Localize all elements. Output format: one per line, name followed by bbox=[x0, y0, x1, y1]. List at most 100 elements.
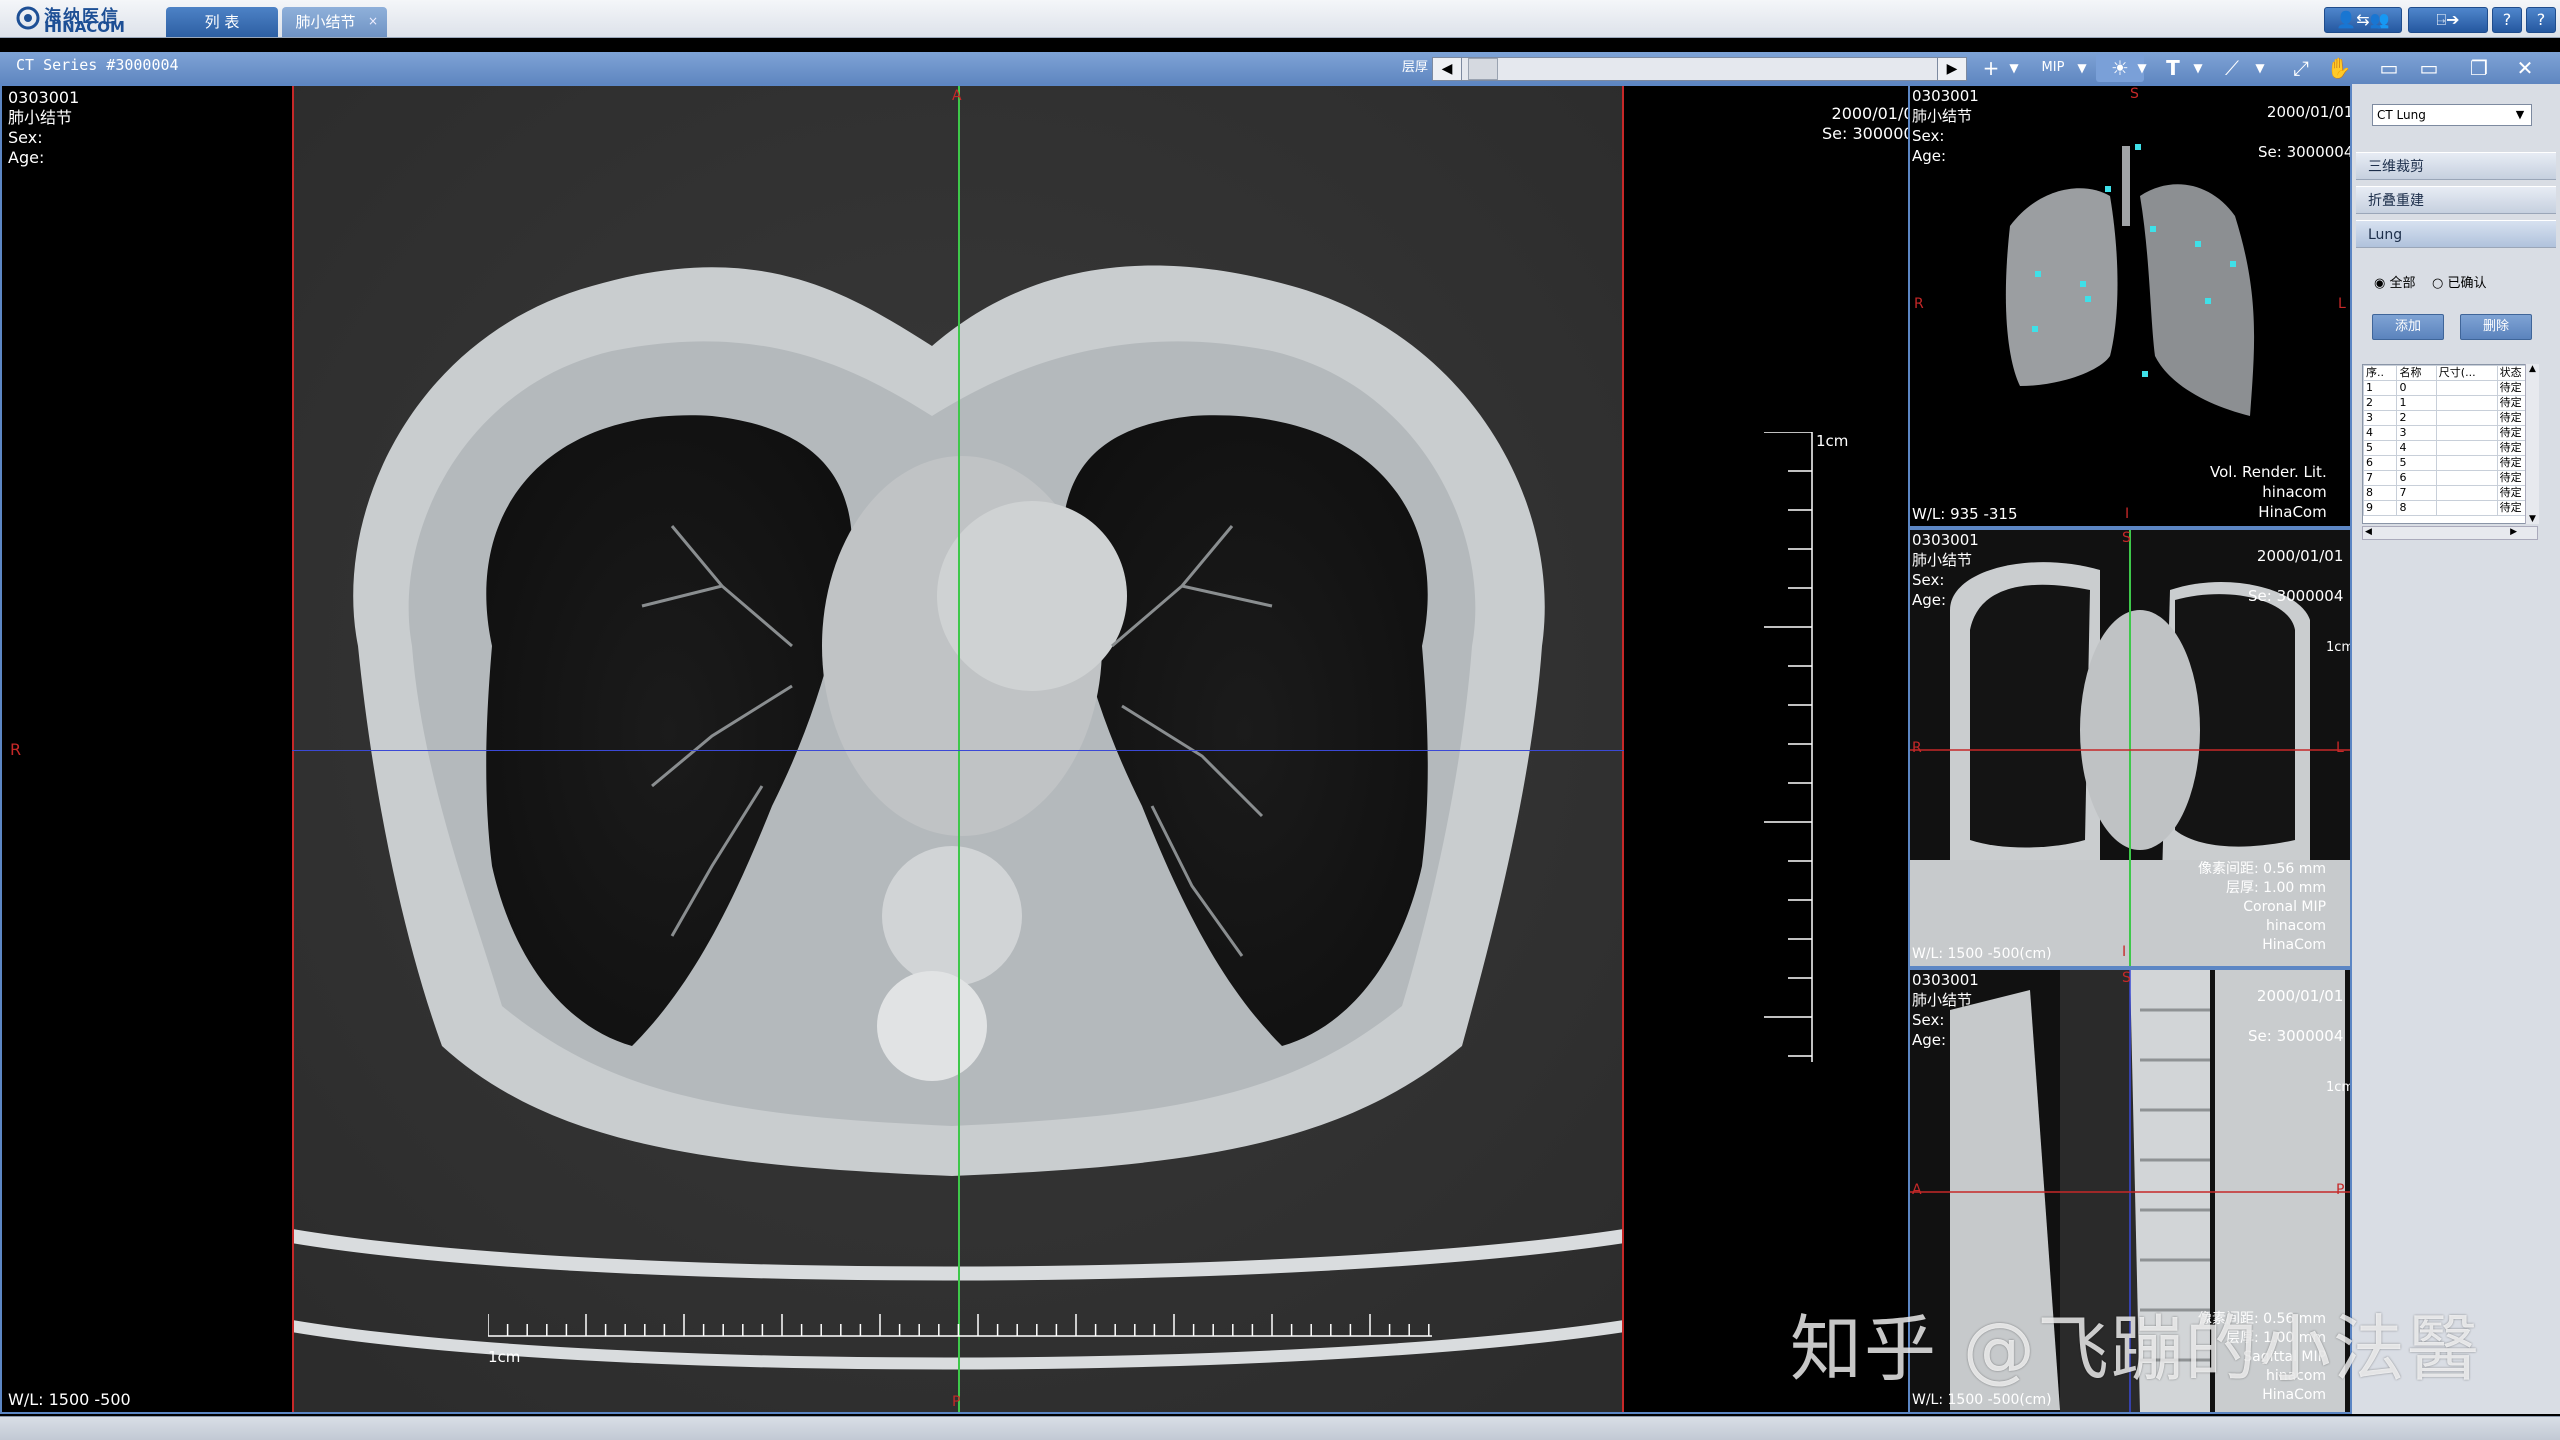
table-cell: 2 bbox=[2363, 395, 2398, 411]
fold-reconstruct-button[interactable]: 折叠重建 bbox=[2356, 186, 2556, 214]
vr-orientation-right: L bbox=[2338, 296, 2346, 312]
table-vertical-scrollbar[interactable]: ▲ ▼ bbox=[2525, 364, 2539, 524]
about-button[interactable]: ? bbox=[2526, 7, 2556, 33]
radio-all[interactable]: ◉ 全部 bbox=[2374, 272, 2416, 291]
crop-3d-button[interactable]: 三维裁剪 bbox=[2356, 152, 2556, 180]
text-annotation-icon[interactable]: T bbox=[2158, 54, 2188, 82]
coronal-patient-info: 0303001 肺小结节 Sex: Age: bbox=[1912, 531, 1979, 609]
scroll-right-button[interactable]: ▶ bbox=[1937, 57, 1967, 81]
render-preset-select[interactable]: CT Lung bbox=[2372, 104, 2532, 126]
axial-viewport[interactable]: 0303001 肺小结节 Sex: Age: 2000/01/01 Se: 30… bbox=[0, 84, 1910, 1414]
mip-dropdown-icon[interactable]: ▼ bbox=[2074, 54, 2090, 82]
user-switch-button[interactable]: 👤⇆👥 bbox=[2324, 7, 2402, 33]
orientation-bottom: P bbox=[952, 1394, 961, 1410]
table-cell: 8 bbox=[2363, 485, 2398, 501]
viewer-app: 海纳医信 HINACOM 列 表 肺小结节 × 👤⇆👥 ⍈➔ ? ? CT Se… bbox=[0, 0, 2560, 1440]
vr-patient-info: 0303001 肺小结节 Sex: Age: bbox=[1912, 87, 1979, 165]
window-level-dropdown-icon[interactable]: ▼ bbox=[2134, 54, 2150, 82]
crosshair-add-icon[interactable]: + bbox=[1978, 54, 2004, 82]
chevron-down-icon[interactable]: ▼ bbox=[2510, 105, 2530, 125]
table-header-cell[interactable]: 序.. bbox=[2363, 365, 2398, 381]
tab-close-icon[interactable]: × bbox=[366, 14, 380, 28]
layout-one-icon[interactable]: ▭ bbox=[2370, 54, 2408, 82]
table-row[interactable]: 5 4 待定 bbox=[2363, 440, 2537, 456]
coronal-study-info: 2000/01/01 Se: 3000004 bbox=[2248, 547, 2344, 605]
scroll-up-icon[interactable]: ▲ bbox=[2526, 364, 2539, 374]
ruler-icon[interactable]: ⟋ bbox=[2214, 54, 2250, 82]
crosshair-horizontal[interactable] bbox=[292, 750, 1624, 751]
radio-confirmed[interactable]: ○ 已确认 bbox=[2432, 272, 2487, 291]
logo-icon bbox=[16, 6, 40, 30]
fit-icon[interactable]: ⤢ bbox=[2286, 54, 2316, 82]
table-cell: 1 bbox=[2396, 395, 2437, 411]
pan-icon[interactable]: ✋ bbox=[2326, 54, 2352, 82]
layout-two-icon[interactable]: ▭ bbox=[2410, 54, 2448, 82]
coronal-viewport[interactable]: 0303001 肺小结节 Sex: Age: 2000/01/01 Se: 30… bbox=[1908, 528, 2352, 968]
scroll-thumb[interactable] bbox=[1468, 58, 1498, 80]
exit-button[interactable]: ⍈➔ bbox=[2408, 7, 2488, 33]
coronal-window-level: W/L: 1500 -500(cm) bbox=[1912, 946, 2052, 962]
delete-nodule-button[interactable]: 删除 bbox=[2460, 314, 2532, 340]
tab-list[interactable]: 列 表 bbox=[166, 7, 278, 37]
table-cell: 6 bbox=[2363, 455, 2398, 471]
table-row[interactable]: 1 0 待定 bbox=[2363, 380, 2537, 396]
table-row[interactable]: 2 1 待定 bbox=[2363, 395, 2537, 411]
table-header: 序.. 名称 尺寸(... 状态 bbox=[2363, 365, 2537, 381]
table-row[interactable]: 3 2 待定 bbox=[2363, 410, 2537, 426]
radio-checked-icon: ◉ bbox=[2374, 276, 2390, 291]
sagittal-orientation-left: A bbox=[1912, 1182, 1922, 1198]
scroll-right-icon[interactable]: ▶ bbox=[2510, 527, 2517, 537]
table-cell bbox=[2435, 380, 2498, 396]
vr-orientation-bottom: I bbox=[2125, 506, 2130, 522]
crosshair-vertical[interactable] bbox=[958, 86, 960, 1412]
scroll-down-icon[interactable]: ▼ bbox=[2526, 514, 2539, 524]
orientation-left: R bbox=[10, 740, 22, 759]
table-cell bbox=[2435, 500, 2498, 516]
slab-label: 层厚 bbox=[1402, 60, 1429, 75]
table-cell: 4 bbox=[2363, 425, 2398, 441]
close-window-icon[interactable]: ✕ bbox=[2508, 54, 2542, 82]
table-cell: 3 bbox=[2396, 425, 2437, 441]
coronal-series-info: 像素间距: 0.56 mm 层厚: 1.00 mm Coronal MIP hi… bbox=[2198, 861, 2327, 953]
help-button[interactable]: ? bbox=[2492, 7, 2522, 33]
radio-empty-icon: ○ bbox=[2432, 276, 2448, 291]
vr-viewport[interactable]: 0303001 肺小结节 Sex: Age: 2000/01/01 Se: 30… bbox=[1908, 84, 2352, 528]
table-cell: 8 bbox=[2396, 500, 2437, 516]
mip-button[interactable]: MIP bbox=[2030, 54, 2076, 82]
table-header-cell[interactable]: 名称 bbox=[2396, 365, 2437, 381]
text-dropdown-icon[interactable]: ▼ bbox=[2190, 54, 2206, 82]
ruler-dropdown-icon[interactable]: ▼ bbox=[2252, 54, 2268, 82]
horizontal-scale bbox=[488, 1314, 1432, 1337]
study-info-overlay: 2000/01/01 Se: 3000004 bbox=[1822, 104, 1908, 143]
table-row[interactable]: 9 8 待定 bbox=[2363, 500, 2537, 516]
table-cell: 3 bbox=[2363, 410, 2398, 426]
add-nodule-button[interactable]: 添加 bbox=[2372, 314, 2444, 340]
patient-info-overlay: 0303001 肺小结节 Sex: Age: bbox=[8, 88, 80, 167]
scroll-left-icon[interactable]: ◀ bbox=[2365, 527, 2372, 537]
scroll-left-button[interactable]: ◀ bbox=[1432, 57, 1462, 81]
table-cell bbox=[2435, 455, 2498, 471]
sagittal-orientation-top: S bbox=[2122, 970, 2131, 986]
table-cell: 2 bbox=[2396, 410, 2437, 426]
table-row[interactable]: 7 6 待定 bbox=[2363, 470, 2537, 486]
table-row[interactable]: 4 3 待定 bbox=[2363, 425, 2537, 441]
table-cell bbox=[2435, 395, 2498, 411]
table-header-cell[interactable]: 尺寸(... bbox=[2435, 365, 2498, 381]
lung-button[interactable]: Lung bbox=[2356, 220, 2556, 248]
horizontal-scale-label: 1cm bbox=[488, 1348, 521, 1366]
table-cell: 5 bbox=[2363, 440, 2398, 456]
radio-all-label: 全部 bbox=[2389, 276, 2416, 291]
nodule-table[interactable]: 序.. 名称 尺寸(... 状态 1 0 待定 2 1 待定 3 2 待定 4 3 待定 5 4 待定 6 5 待定 7 6… bbox=[2362, 364, 2538, 524]
table-cell: 6 bbox=[2396, 470, 2437, 486]
vertical-scale bbox=[1764, 432, 1813, 1062]
table-row[interactable]: 8 7 待定 bbox=[2363, 485, 2537, 501]
table-cell: 5 bbox=[2396, 455, 2437, 471]
slice-scrollbar[interactable] bbox=[1432, 57, 1967, 81]
table-row[interactable]: 6 5 待定 bbox=[2363, 455, 2537, 471]
crosshair-dropdown-icon[interactable]: ▼ bbox=[2006, 54, 2022, 82]
table-horizontal-scrollbar[interactable]: ◀ ▶ bbox=[2362, 526, 2538, 540]
restore-window-icon[interactable]: ❐ bbox=[2462, 54, 2496, 82]
vr-orientation-left: R bbox=[1914, 296, 1924, 312]
coronal-orientation-left: R bbox=[1912, 740, 1922, 756]
vertical-scale-label: 1cm bbox=[1816, 432, 1849, 450]
